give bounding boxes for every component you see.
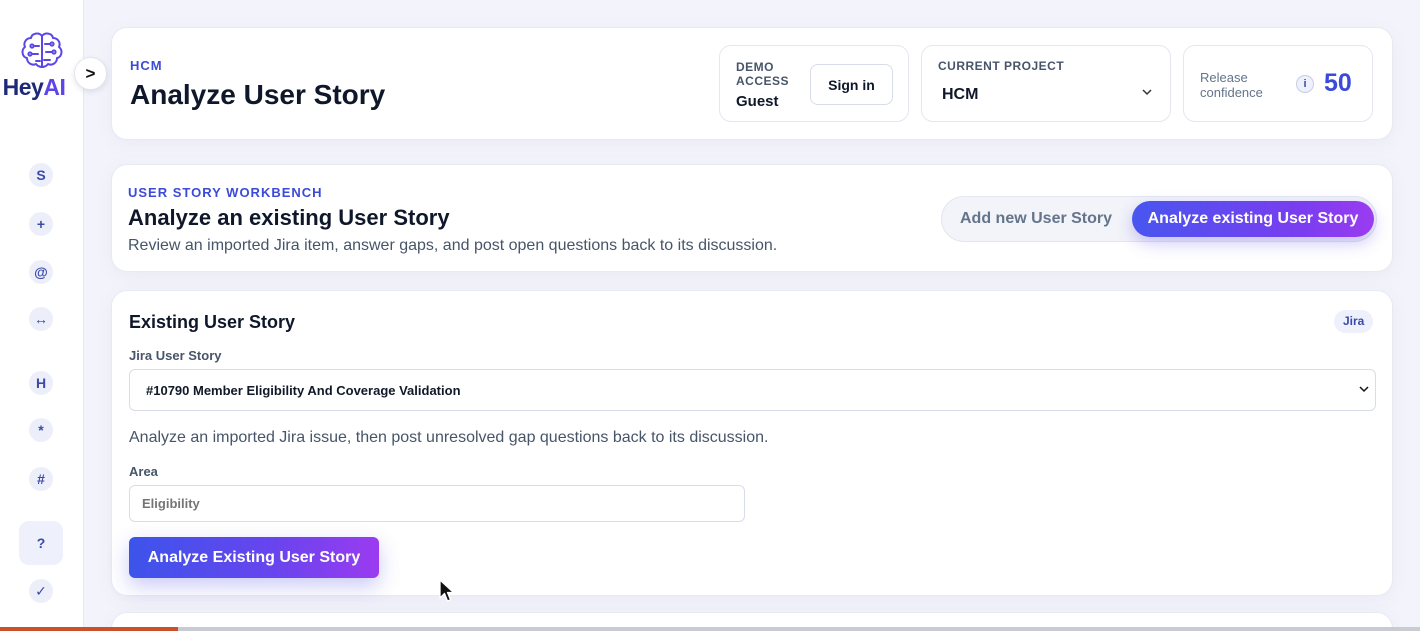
release-confidence-label: Release confidence [1200,70,1263,100]
sidebar-item-star[interactable]: * [29,418,53,442]
sidebar-expand-button[interactable]: > [74,57,107,90]
existing-story-title: Existing User Story [129,312,296,332]
area-label: Area [129,464,158,479]
chevron-down-icon [1359,386,1369,393]
page-progress-fill [0,627,178,631]
info-icon[interactable]: i [1296,75,1314,93]
release-confidence-value: 50 [1324,69,1352,97]
analyze-hint: Analyze an imported Jira issue, then pos… [129,429,769,446]
sidebar-item-hash[interactable]: # [29,467,53,491]
demo-access-label: DEMO ACCESS [736,60,790,88]
jira-badge: Jira [1334,310,1374,333]
area-input[interactable] [129,485,745,522]
demo-access-panel: DEMO ACCESS Guest Sign in [719,45,909,122]
sidebar-item-at[interactable]: @ [29,260,53,284]
sidebar-item-help[interactable]: ? [19,521,63,565]
sidebar-item-add[interactable]: + [29,212,53,236]
mode-toggle: Add new User Story Analyze existing User… [941,196,1377,242]
add-new-story-tab[interactable]: Add new User Story [960,210,1112,228]
existing-story-card: Existing User Story Jira Jira User Story… [111,290,1393,596]
jira-story-selected-value: #10790 Member Eligibility And Coverage V… [146,383,461,398]
sidebar-item-swap[interactable]: ↔ [29,307,53,331]
sidebar-item-check[interactable]: ✓ [29,579,53,603]
page-title: Analyze User Story [130,79,386,110]
workbench-description: Review an imported Jira item, answer gap… [128,237,778,254]
workbench-eyebrow: USER STORY WORKBENCH [128,185,323,200]
sidebar: HeyAI S + @ ↔ H * # ? ✓ [0,0,84,631]
logo[interactable]: HeyAI [0,30,84,101]
mouse-cursor-icon [439,579,455,602]
project-selector-value: HCM [942,86,979,103]
sign-in-button[interactable]: Sign in [810,64,893,105]
analyze-existing-story-button[interactable]: Analyze Existing User Story [129,537,379,578]
demo-user-name: Guest [736,93,779,110]
sidebar-item-s[interactable]: S [29,163,53,187]
project-selector[interactable]: CURRENT PROJECT HCM [921,45,1171,122]
jira-story-select[interactable]: #10790 Member Eligibility And Coverage V… [129,369,1376,411]
project-selector-label: CURRENT PROJECT [938,59,1065,73]
page-progress-bar [0,627,1420,631]
project-eyebrow: HCM [130,58,163,73]
chevron-down-icon [1142,89,1152,96]
sidebar-item-h[interactable]: H [29,371,53,395]
workbench-card: USER STORY WORKBENCH Analyze an existing… [111,164,1393,272]
brand-name: HeyAI [2,74,66,100]
brain-circuit-icon [21,32,63,68]
workbench-title: Analyze an existing User Story [128,205,450,230]
jira-story-label: Jira User Story [129,348,222,363]
analyze-existing-story-tab[interactable]: Analyze existing User Story [1132,201,1374,237]
release-confidence-panel: Release confidence i 50 [1183,45,1373,122]
header-card: HCM Analyze User Story DEMO ACCESS Guest… [111,27,1393,140]
